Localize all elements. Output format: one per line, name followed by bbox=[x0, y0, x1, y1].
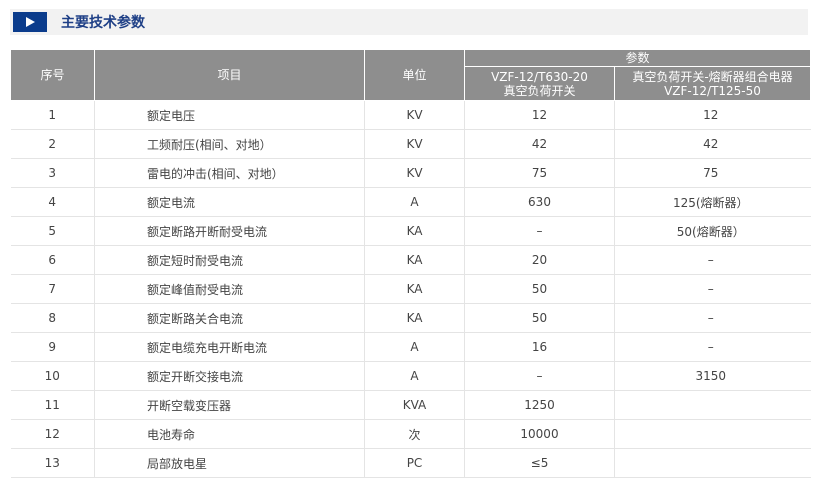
cell-value-a: 12 bbox=[464, 100, 615, 130]
header-item: 项目 bbox=[94, 49, 365, 101]
cell-value-a: 42 bbox=[464, 129, 615, 159]
table-row: 10 额定开断交接电流 A –3150 bbox=[10, 361, 811, 391]
table-row: 2 工频耐压(相间、对地） KV 42 42 bbox=[10, 129, 811, 159]
cell-value-b: 12 bbox=[613, 100, 811, 130]
cell-unit: KA bbox=[364, 303, 465, 333]
cell-value-a: 75 bbox=[464, 158, 615, 188]
cell-no: 12 bbox=[10, 419, 95, 449]
cell-no: 4 bbox=[10, 187, 95, 217]
cell-no: 9 bbox=[10, 332, 95, 362]
cell-item: 额定电压 bbox=[94, 100, 365, 130]
cell-unit: KV bbox=[364, 129, 465, 159]
header-col-a-line1: VZF-12/T630-20 bbox=[491, 69, 588, 84]
cell-value-a: ≤5 bbox=[464, 448, 615, 478]
cell-value-b: – bbox=[613, 303, 811, 333]
cell-value-b: 50(熔断器） bbox=[613, 216, 811, 246]
cell-item: 开断空载变压器 bbox=[94, 390, 365, 420]
table-row: 11 开断空载变压器 KVA 1250 bbox=[10, 390, 811, 420]
cell-item: 额定电流 bbox=[94, 187, 365, 217]
cell-no: 10 bbox=[10, 361, 95, 391]
table-row: 4 额定电流 A 630 125(熔断器） bbox=[10, 187, 811, 217]
cell-item: 工频耐压(相间、对地） bbox=[94, 129, 365, 159]
header-col-b: 真空负荷开关-熔断器组合电器 VZF-12/T125-50 bbox=[613, 66, 812, 101]
section-header: 主要技术参数 bbox=[10, 9, 808, 35]
header-col-a-line2: 真空负荷开关 bbox=[503, 83, 576, 98]
table-row: 7 额定峰值耐受电流 KA 50– bbox=[10, 274, 811, 304]
cell-item: 电池寿命 bbox=[94, 419, 365, 449]
cell-value-a: 1250 bbox=[464, 390, 615, 420]
cell-value-a: 10000 bbox=[464, 419, 615, 449]
table-row: 1 额定电压 KV 12 12 bbox=[10, 100, 811, 130]
cell-no: 1 bbox=[10, 100, 95, 130]
cell-item: 局部放电星 bbox=[94, 448, 365, 478]
table-row: 3 雷电的冲击(相间、对地） KV 75 75 bbox=[10, 158, 811, 188]
cell-unit: A bbox=[364, 332, 465, 362]
table-row: 12 电池寿命次 10000 bbox=[10, 419, 811, 449]
cell-value-b: 75 bbox=[613, 158, 811, 188]
cell-value-b: 125(熔断器） bbox=[613, 187, 811, 217]
header-col-b-line1: 真空负荷开关-熔断器组合电器 bbox=[632, 69, 793, 84]
header-params: 参数 bbox=[463, 49, 812, 67]
cell-value-b: – bbox=[613, 245, 811, 275]
cell-no: 7 bbox=[10, 274, 95, 304]
cell-value-a: 20 bbox=[464, 245, 615, 275]
cell-no: 11 bbox=[10, 390, 95, 420]
play-icon bbox=[13, 12, 47, 32]
cell-value-a: 50 bbox=[464, 303, 615, 333]
cell-value-b bbox=[613, 390, 811, 420]
cell-item: 额定短时耐受电流 bbox=[94, 245, 365, 275]
header-col-a: VZF-12/T630-20 真空负荷开关 bbox=[464, 66, 615, 101]
cell-item: 额定电缆充电开断电流 bbox=[94, 332, 365, 362]
cell-item: 雷电的冲击(相间、对地） bbox=[94, 158, 365, 188]
cell-value-b: – bbox=[613, 332, 811, 362]
cell-unit: KA bbox=[364, 274, 465, 304]
cell-value-a: 16 bbox=[464, 332, 615, 362]
cell-item: 额定断路开断耐受电流 bbox=[94, 216, 365, 246]
cell-value-b bbox=[613, 448, 811, 478]
cell-no: 13 bbox=[10, 448, 95, 478]
table-row: 13 局部放电星 PC ≤5 bbox=[10, 448, 811, 478]
cell-item: 额定开断交接电流 bbox=[94, 361, 365, 391]
section-title: 主要技术参数 bbox=[61, 15, 145, 31]
cell-no: 3 bbox=[10, 158, 95, 188]
cell-unit: KA bbox=[364, 245, 465, 275]
cell-unit: A bbox=[364, 187, 465, 217]
table-row: 6 额定短时耐受电流 KA 20– bbox=[10, 245, 811, 275]
cell-value-b bbox=[613, 419, 811, 449]
cell-unit: KV bbox=[364, 158, 465, 188]
cell-value-a: – bbox=[464, 361, 615, 391]
cell-unit: A bbox=[364, 361, 465, 391]
cell-no: 6 bbox=[10, 245, 95, 275]
header-no: 序号 bbox=[10, 49, 95, 101]
cell-value-b: 42 bbox=[613, 129, 811, 159]
header-col-b-line2: VZF-12/T125-50 bbox=[664, 83, 761, 98]
cell-value-b: 3150 bbox=[613, 361, 811, 391]
cell-no: 5 bbox=[10, 216, 95, 246]
cell-unit: KVA bbox=[364, 390, 465, 420]
cell-no: 8 bbox=[10, 303, 95, 333]
cell-unit: PC bbox=[364, 448, 465, 478]
header-unit: 单位 bbox=[364, 49, 465, 101]
cell-no: 2 bbox=[10, 129, 95, 159]
table-row: 8 额定断路关合电流 KA 50– bbox=[10, 303, 811, 333]
cell-value-a: 630 bbox=[464, 187, 615, 217]
cell-value-a: 50 bbox=[464, 274, 615, 304]
cell-unit: KV bbox=[364, 100, 465, 130]
spec-table: 序号 项目 单位 参数 VZF-12/T630-20 真空负荷开关 真空负荷开关… bbox=[10, 49, 812, 478]
cell-unit: KA bbox=[364, 216, 465, 246]
table-row: 9 额定电缆充电开断电流 A 16– bbox=[10, 332, 811, 362]
cell-unit: 次 bbox=[364, 419, 465, 449]
cell-value-a: – bbox=[464, 216, 615, 246]
cell-item: 额定峰值耐受电流 bbox=[94, 274, 365, 304]
cell-item: 额定断路关合电流 bbox=[94, 303, 365, 333]
table-row: 5 额定断路开断耐受电流 KA –50(熔断器） bbox=[10, 216, 811, 246]
cell-value-b: – bbox=[613, 274, 811, 304]
